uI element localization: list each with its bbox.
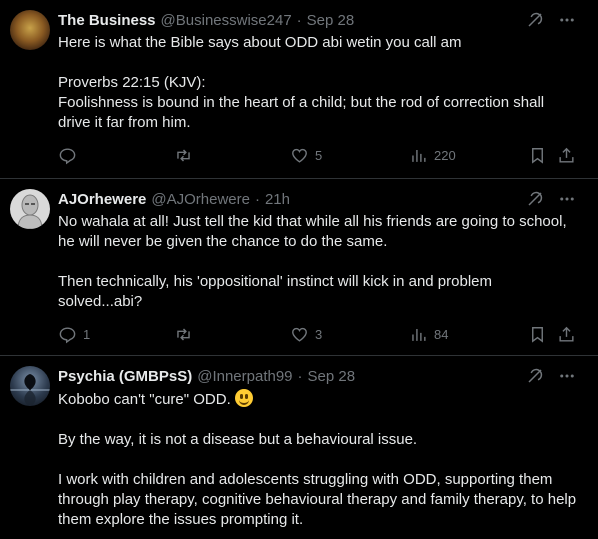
tweet-top-actions — [526, 366, 576, 386]
grok-icon[interactable] — [526, 11, 544, 29]
analytics-icon — [409, 146, 428, 165]
author-name[interactable]: The Business — [58, 12, 156, 29]
share-button[interactable] — [557, 145, 576, 165]
separator: · — [254, 190, 260, 208]
share-icon — [557, 325, 576, 344]
tweet-paragraph: By the way, it is not a disease but a be… — [58, 431, 418, 448]
bookmark-icon — [528, 146, 547, 165]
tweet-header: AJOrhewere @AJOrhewere · 21h — [58, 189, 290, 209]
more-options-icon[interactable] — [558, 367, 576, 385]
repost-icon — [174, 325, 193, 344]
tweet-paragraph: Proverbs 22:15 (KJV): Foolishness is bou… — [58, 74, 545, 131]
analytics-icon — [409, 325, 428, 344]
tweet[interactable]: The Business @Businesswise247 · Sep 28 H… — [0, 0, 598, 179]
view-count: 220 — [434, 147, 456, 163]
heart-icon — [290, 146, 309, 165]
tweet-paragraph: No wahala at all! Just tell the kid that… — [58, 213, 567, 250]
like-count: 5 — [315, 147, 323, 163]
timestamp[interactable]: Sep 28 — [307, 12, 355, 29]
bookmark-icon — [528, 325, 547, 344]
smiling-face-emoji — [234, 389, 253, 407]
avatar[interactable] — [10, 189, 50, 229]
tweet-paragraph-text: Kobobo can't "cure" ODD. — [58, 391, 231, 408]
tweet-text: Kobobo can't "cure" ODD. By the way, it … — [58, 389, 580, 530]
author-name[interactable]: Psychia (GMBPsS) — [58, 368, 192, 385]
grok-icon[interactable] — [526, 190, 544, 208]
share-icon — [557, 146, 576, 165]
reply-count: 1 — [83, 326, 91, 342]
tweet-top-actions — [526, 189, 576, 209]
grok-icon[interactable] — [526, 367, 544, 385]
avatar[interactable] — [10, 366, 50, 406]
repost-icon — [174, 146, 193, 165]
tweet[interactable]: AJOrhewere @AJOrhewere · 21h No wahala a… — [0, 179, 598, 356]
tweet-paragraph: Kobobo can't "cure" ODD. — [58, 389, 580, 410]
tweet-action-bar: 1 3 84 — [58, 324, 580, 344]
like-count: 3 — [315, 326, 323, 342]
views-button[interactable]: 220 — [409, 145, 456, 165]
view-count: 84 — [434, 326, 449, 342]
tweet-paragraph: I work with children and adolescents str… — [58, 471, 577, 528]
bookmark-button[interactable] — [528, 324, 547, 344]
tweet[interactable]: Psychia (GMBPsS) @Innerpath99 · Sep 28 K… — [0, 356, 598, 539]
repost-button[interactable] — [174, 324, 199, 344]
repost-button[interactable] — [174, 145, 199, 165]
tweet-text: Here is what the Bible says about ODD ab… — [58, 33, 580, 133]
timestamp[interactable]: Sep 28 — [308, 368, 356, 385]
author-handle[interactable]: @Businesswise247 — [161, 12, 292, 29]
separator: · — [296, 11, 302, 29]
avatar[interactable] — [10, 10, 50, 50]
tweet-top-actions — [526, 10, 576, 30]
heart-icon — [290, 325, 309, 344]
like-button[interactable]: 5 — [290, 145, 322, 165]
reply-button[interactable]: 1 — [58, 324, 90, 344]
tweet-header: Psychia (GMBPsS) @Innerpath99 · Sep 28 — [58, 366, 355, 386]
tweet-header: The Business @Businesswise247 · Sep 28 — [58, 10, 354, 30]
separator: · — [297, 367, 303, 385]
like-button[interactable]: 3 — [290, 324, 322, 344]
author-handle[interactable]: @AJOrhewere — [151, 191, 250, 208]
bookmark-button[interactable] — [528, 145, 547, 165]
author-name[interactable]: AJOrhewere — [58, 191, 146, 208]
share-button[interactable] — [557, 324, 576, 344]
tweet-action-bar: 5 220 — [58, 145, 580, 165]
views-button[interactable]: 84 — [409, 324, 448, 344]
reply-button[interactable] — [58, 145, 83, 165]
more-options-icon[interactable] — [558, 11, 576, 29]
tweet-paragraph: Here is what the Bible says about ODD ab… — [58, 34, 462, 51]
more-options-icon[interactable] — [558, 190, 576, 208]
author-handle[interactable]: @Innerpath99 — [197, 368, 292, 385]
reply-icon — [58, 325, 77, 344]
timestamp[interactable]: 21h — [265, 191, 290, 208]
reply-icon — [58, 146, 77, 165]
tweet-paragraph: Then technically, his 'oppositional' ins… — [58, 273, 492, 310]
tweet-text: No wahala at all! Just tell the kid that… — [58, 212, 580, 312]
